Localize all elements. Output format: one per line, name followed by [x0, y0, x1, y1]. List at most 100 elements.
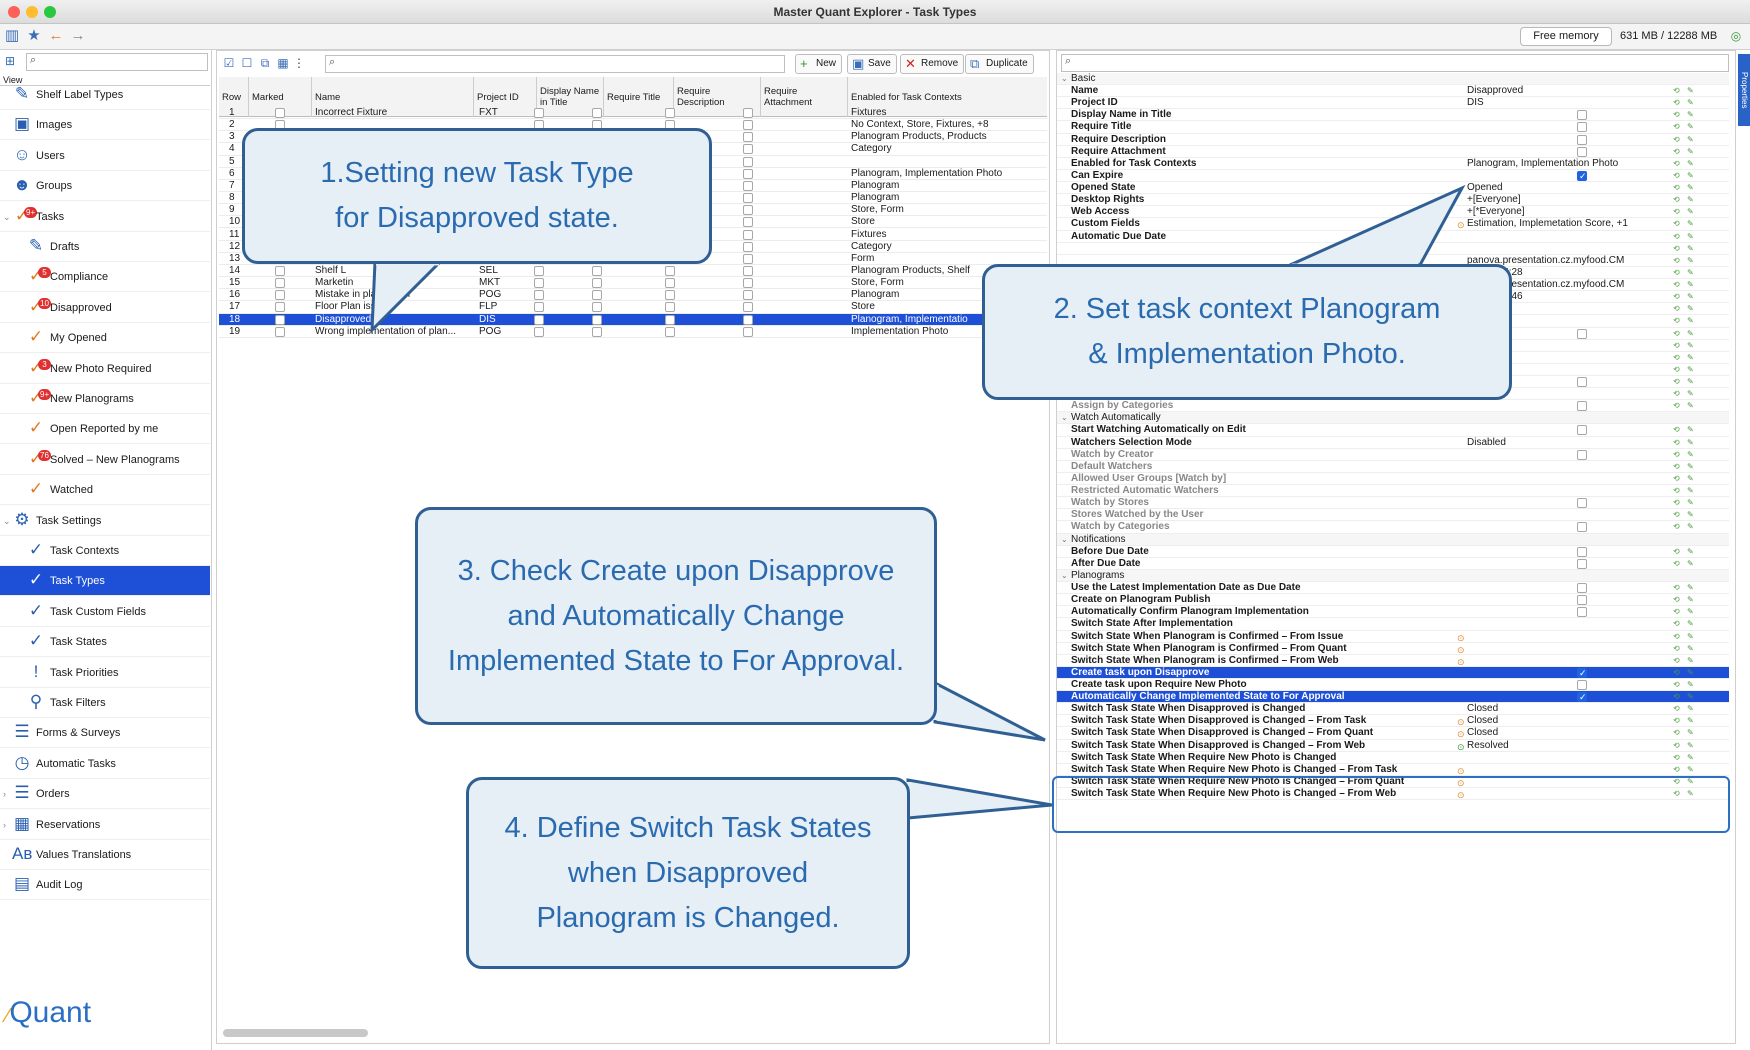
reset-icon[interactable]: ⟲ [1673, 400, 1680, 412]
property-value[interactable]: Disabled [1467, 437, 1506, 449]
edit-icon[interactable]: ✎ [1687, 134, 1694, 146]
property-row[interactable]: Switch Task State When Disapproved is Ch… [1057, 740, 1729, 752]
close-window-button[interactable] [8, 6, 20, 18]
panel-toggle-icon[interactable]: ▥ [4, 28, 20, 44]
reset-icon[interactable]: ⟲ [1673, 424, 1680, 436]
copy-icon[interactable]: ⧉ [257, 55, 273, 71]
reset-icon[interactable]: ⟲ [1673, 146, 1680, 158]
property-checkbox[interactable] [1577, 546, 1587, 557]
edit-icon[interactable]: ✎ [1687, 715, 1694, 727]
row-checkbox[interactable] [534, 265, 544, 276]
reset-icon[interactable]: ⟲ [1673, 231, 1680, 243]
reset-icon[interactable]: ⟲ [1673, 388, 1680, 400]
reset-icon[interactable]: ⟲ [1673, 558, 1680, 570]
edit-icon[interactable]: ✎ [1687, 497, 1694, 509]
table-row[interactable]: 19 Wrong implementation of plan... POG Impl… [219, 326, 1047, 338]
property-row[interactable]: Name Disapproved ⟲ ✎ [1057, 85, 1729, 98]
row-checkbox[interactable] [275, 302, 285, 313]
reset-icon[interactable]: ⟲ [1673, 667, 1680, 679]
row-checkbox[interactable] [743, 265, 753, 276]
reset-icon[interactable]: ⟲ [1673, 255, 1680, 267]
reset-icon[interactable]: ⟲ [1673, 218, 1680, 230]
row-checkbox[interactable] [743, 205, 753, 216]
table-row[interactable]: 1 Incorrect Fixture FXT Fixtures [219, 107, 1047, 120]
edit-icon[interactable]: ✎ [1687, 315, 1694, 327]
row-checkbox[interactable] [743, 217, 753, 228]
property-checkbox[interactable] [1577, 498, 1587, 509]
property-row[interactable]: Stores Watched by the User ⟲ ✎ [1057, 509, 1729, 522]
duplicate-button[interactable]: ⧉ Duplicate [965, 54, 1034, 74]
row-checkbox[interactable] [743, 168, 753, 179]
property-checkbox[interactable] [1577, 401, 1587, 412]
row-checkbox[interactable] [592, 265, 602, 276]
edit-icon[interactable]: ✎ [1687, 279, 1694, 291]
property-row[interactable]: Switch Task State When Require New Photo… [1057, 752, 1729, 764]
edit-icon[interactable]: ✎ [1687, 655, 1694, 667]
row-checkbox[interactable] [592, 302, 602, 313]
property-row[interactable]: Require Title ⟲ ✎ [1057, 121, 1729, 134]
property-checkbox[interactable] [1577, 110, 1587, 121]
property-value[interactable]: Estimation, Implemetation Score, +1 [1467, 218, 1628, 230]
reset-icon[interactable]: ⟲ [1673, 485, 1680, 497]
reset-icon[interactable]: ⟲ [1673, 473, 1680, 485]
property-row[interactable]: Opened State Opened ⟲ ✎ [1057, 182, 1729, 195]
edit-icon[interactable]: ✎ [1687, 267, 1694, 279]
reset-icon[interactable]: ⟲ [1673, 655, 1680, 667]
sidebar-item-compliance[interactable]: ✓ 5 Compliance [0, 262, 210, 293]
edit-icon[interactable]: ✎ [1687, 752, 1694, 764]
reset-icon[interactable]: ⟲ [1673, 727, 1680, 739]
row-checkbox[interactable] [592, 290, 602, 301]
reset-icon[interactable]: ⟲ [1673, 170, 1680, 182]
property-checkbox[interactable] [1577, 558, 1587, 569]
property-checkbox[interactable] [1577, 595, 1587, 606]
property-checkbox[interactable] [1577, 377, 1587, 387]
property-row[interactable]: Require Attachment ⟲ ✎ [1057, 146, 1729, 158]
chevron-down-icon[interactable]: ⌄ [3, 202, 11, 232]
edit-icon[interactable]: ✎ [1687, 703, 1694, 715]
row-checkbox[interactable] [743, 132, 753, 143]
sidebar-item-reservations[interactable]: › ▦ Reservations [0, 810, 210, 840]
sidebar-item-shelf-label-types[interactable]: ✎ Shelf Label Types [0, 80, 210, 110]
edit-icon[interactable]: ✎ [1687, 461, 1694, 473]
row-checkbox[interactable] [275, 290, 285, 301]
property-row[interactable]: Watch by Stores ⟲ ✎ [1057, 497, 1729, 510]
edit-icon[interactable]: ✎ [1687, 170, 1694, 182]
sidebar-item-new-planograms[interactable]: ✓ 9+ New Planograms [0, 384, 210, 414]
reset-icon[interactable]: ⟲ [1673, 594, 1680, 606]
row-checkbox[interactable] [534, 302, 544, 313]
chevron-down-icon[interactable]: ⌄ [1061, 412, 1068, 424]
properties-tab[interactable]: Properties [1738, 54, 1750, 126]
reset-icon[interactable]: ⟲ [1673, 606, 1680, 618]
property-group[interactable]: ⌄ Notifications [1057, 533, 1729, 546]
row-checkbox[interactable] [592, 108, 602, 118]
reset-icon[interactable]: ⟲ [1673, 376, 1680, 388]
property-row[interactable]: Default Watchers ⟲ ✎ [1057, 461, 1729, 473]
edit-icon[interactable]: ✎ [1687, 400, 1694, 412]
table-row[interactable]: 17 Floor Plan issues FLP Store [219, 301, 1047, 314]
property-checkbox[interactable] [1577, 449, 1587, 460]
property-row[interactable]: Automatically Confirm Planogram Implemen… [1057, 606, 1729, 619]
row-checkbox[interactable] [275, 278, 285, 289]
row-checkbox[interactable] [665, 265, 675, 276]
edit-icon[interactable]: ✎ [1687, 340, 1694, 352]
reset-icon[interactable]: ⟲ [1673, 497, 1680, 509]
save-button[interactable]: ▣ Save [847, 54, 897, 74]
row-checkbox[interactable] [592, 278, 602, 289]
reset-icon[interactable]: ⟲ [1673, 582, 1680, 594]
property-row[interactable]: Switch State When Planogram is Confirmed… [1057, 631, 1729, 643]
row-checkbox[interactable] [665, 278, 675, 289]
chevron-down-icon[interactable]: ⌄ [1061, 534, 1068, 546]
property-value[interactable]: Resolved [1467, 740, 1509, 752]
edit-icon[interactable]: ✎ [1687, 631, 1694, 643]
edit-icon[interactable]: ✎ [1687, 182, 1694, 194]
edit-icon[interactable]: ✎ [1687, 85, 1694, 97]
property-row[interactable]: Automatically Change Implemented State t… [1057, 691, 1729, 704]
reset-icon[interactable]: ⟲ [1673, 764, 1680, 776]
table-settings-icon[interactable]: ▦ [275, 55, 291, 71]
edit-icon[interactable]: ✎ [1687, 643, 1694, 655]
table-row[interactable]: 15 Marketin MKT Store, Form [219, 277, 1047, 290]
row-checkbox[interactable] [743, 120, 753, 131]
edit-icon[interactable]: ✎ [1687, 558, 1694, 570]
sidebar-item-solved-new-planograms[interactable]: ✓ 76 Solved – New Planograms [0, 445, 210, 475]
property-row[interactable]: Can Expire ⟲ ✎ [1057, 170, 1729, 183]
